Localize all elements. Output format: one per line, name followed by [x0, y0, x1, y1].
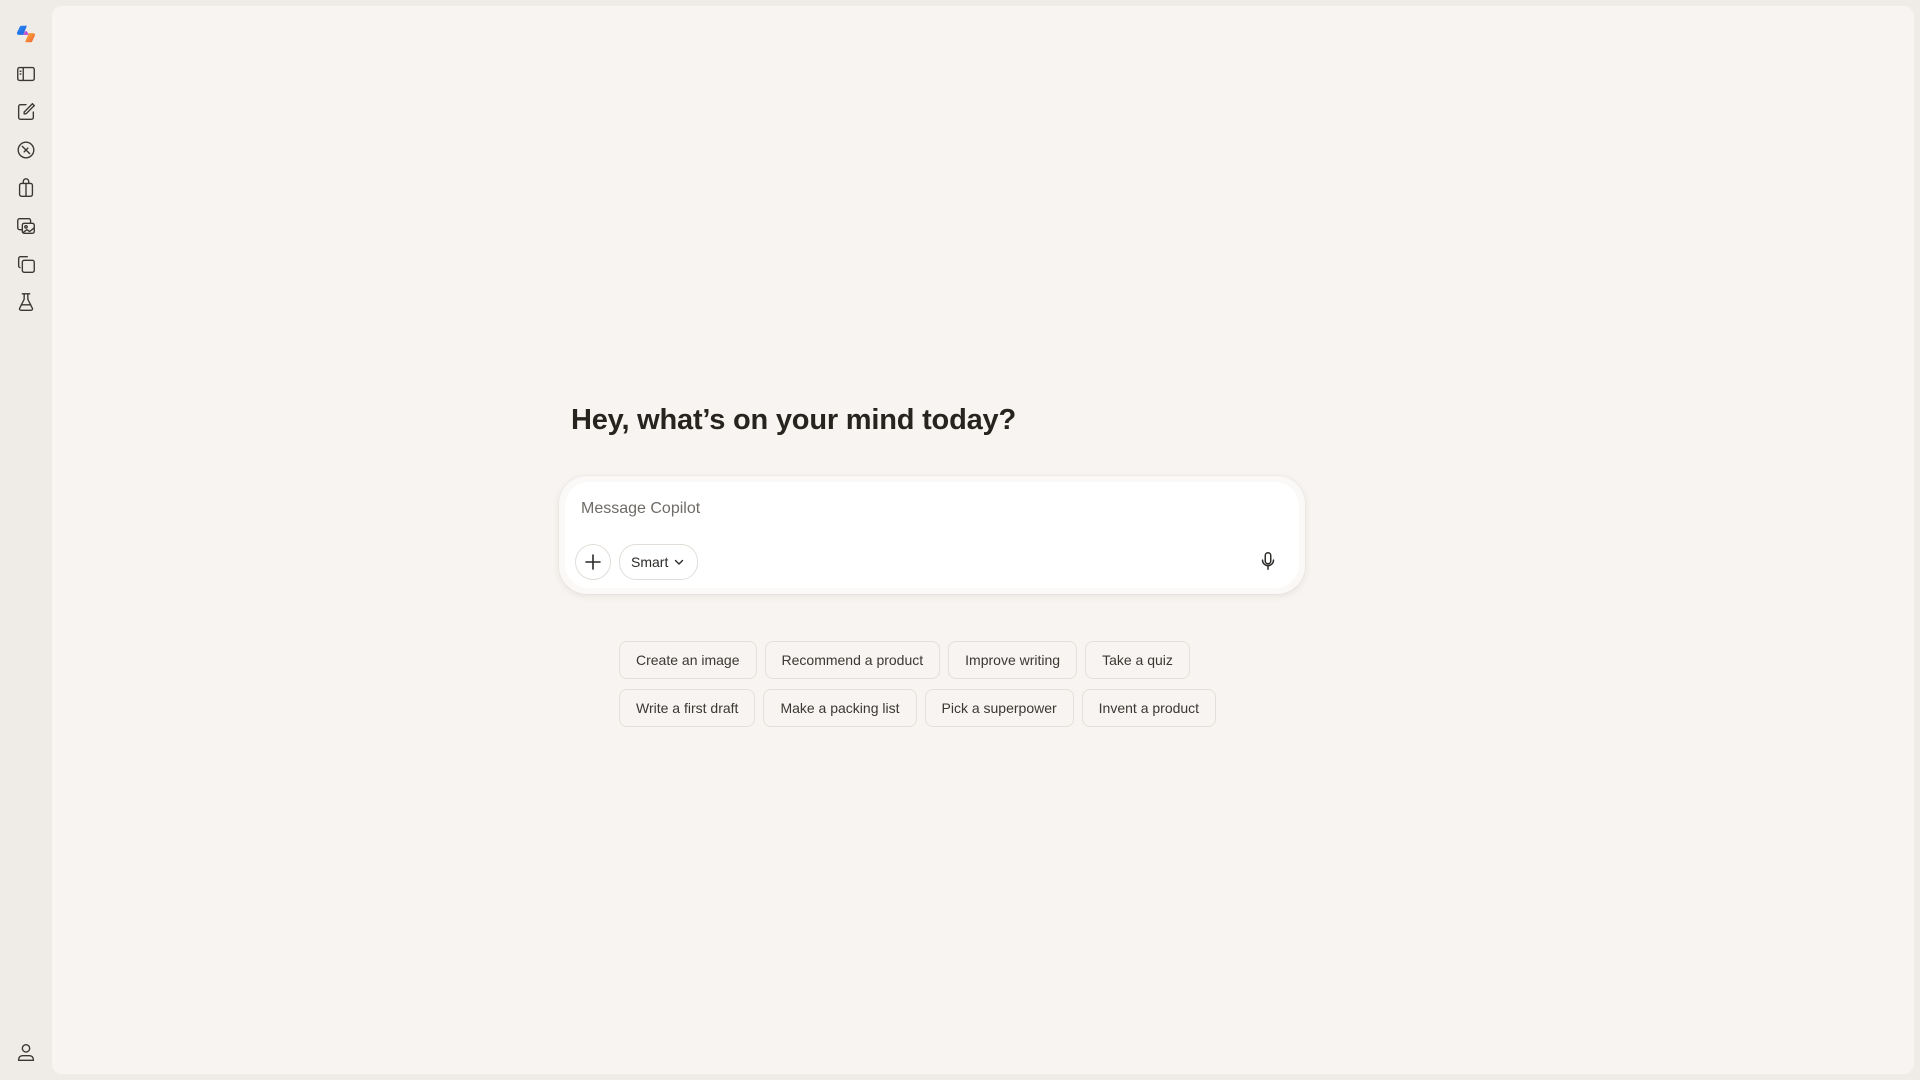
sidebar-panel-icon[interactable]	[12, 60, 40, 88]
suggestion-chip[interactable]: Take a quiz	[1085, 641, 1190, 679]
suggestions-row-1: Create an image Recommend a product Impr…	[619, 641, 1190, 679]
pages-icon[interactable]	[12, 250, 40, 278]
shopping-bag-icon[interactable]	[12, 174, 40, 202]
mode-selector[interactable]: Smart	[619, 544, 699, 580]
suggestion-chip[interactable]: Write a first draft	[619, 689, 756, 727]
left-rail	[0, 0, 52, 1080]
microphone-icon	[1261, 552, 1275, 570]
suggestion-chip[interactable]: Pick a superpower	[924, 689, 1074, 727]
page-title: Hey, what’s on your mind today?	[571, 404, 1016, 436]
suggestion-chip[interactable]: Recommend a product	[764, 641, 941, 679]
compose-icon[interactable]	[12, 98, 40, 126]
message-input[interactable]	[579, 496, 1223, 522]
flask-icon[interactable]	[12, 288, 40, 316]
compass-icon[interactable]	[12, 136, 40, 164]
composer: Smart	[565, 482, 1299, 588]
chevron-down-icon	[675, 559, 684, 565]
suggestions-row-2: Write a first draft Make a packing list …	[619, 689, 1217, 727]
user-icon[interactable]	[12, 1038, 40, 1066]
microphone-button[interactable]	[1251, 544, 1285, 578]
suggestion-chip[interactable]: Create an image	[619, 641, 757, 679]
suggestion-chip[interactable]: Make a packing list	[763, 689, 917, 727]
mode-label: Smart	[631, 554, 669, 570]
suggestion-chip[interactable]: Improve writing	[948, 641, 1078, 679]
attach-button[interactable]	[575, 544, 611, 580]
suggestion-chip[interactable]: Invent a product	[1081, 689, 1217, 727]
image-gallery-icon[interactable]	[12, 212, 40, 240]
plus-icon	[585, 554, 601, 570]
copilot-logo-icon[interactable]	[12, 20, 40, 48]
